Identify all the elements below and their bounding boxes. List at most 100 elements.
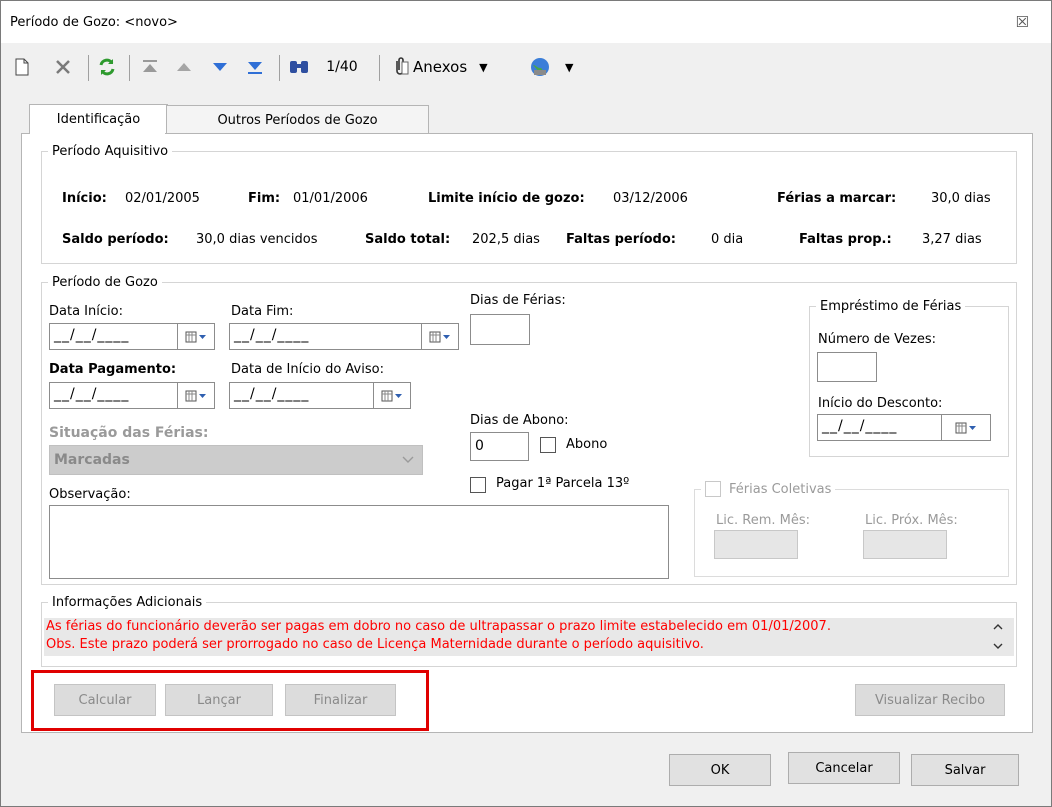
cancelar-button[interactable]: Cancelar <box>788 752 900 784</box>
toolbar-separator <box>379 55 380 81</box>
tab-outros-periodos[interactable]: Outros Períodos de Gozo <box>166 105 429 135</box>
data-pagamento-field[interactable]: __/__/____ <box>49 382 215 409</box>
tab-label: Identificação <box>56 112 141 127</box>
last-record-icon[interactable] <box>244 55 266 79</box>
tab-joiner <box>30 132 165 134</box>
lic-rem-label: Lic. Rem. Mês: <box>716 513 811 528</box>
inicio-value: 02/01/2005 <box>125 191 200 206</box>
calendar-dropdown-icon[interactable] <box>373 383 410 408</box>
observacao-label: Observação: <box>49 487 131 502</box>
pagar-parcela-checkbox[interactable] <box>470 477 486 493</box>
group-legend: Período de Gozo <box>52 275 158 290</box>
data-inicio-label: Data Início: <box>49 304 123 319</box>
observacao-textarea[interactable] <box>49 505 669 579</box>
previous-record-icon[interactable] <box>173 55 195 79</box>
toolbar-separator <box>88 55 89 81</box>
first-record-icon[interactable] <box>139 55 161 79</box>
anexos-label: Anexos <box>413 58 468 76</box>
numero-vezes-label: Número de Vezes: <box>818 332 937 347</box>
next-record-icon[interactable] <box>209 55 231 79</box>
abono-label: Abono <box>566 437 608 452</box>
faltas-prop-value: 3,27 dias <box>922 232 982 247</box>
refresh-icon[interactable] <box>95 55 119 79</box>
paperclip-icon <box>391 57 409 77</box>
date-mask: __/__/____ <box>234 327 310 343</box>
group-legend: Informações Adicionais <box>52 595 203 610</box>
visualizar-recibo-button[interactable]: Visualizar Recibo <box>855 684 1005 716</box>
anexos-dropdown[interactable]: Anexos ▼ <box>391 55 521 79</box>
ferias-coletivas-legend: Férias Coletivas <box>701 481 835 497</box>
faltas-prop-label: Faltas prop.: <box>799 232 892 247</box>
saldo-total-label: Saldo total: <box>365 232 451 247</box>
ferias-coletivas-group: Férias Coletivas <box>694 481 1009 577</box>
abono-checkbox[interactable] <box>540 437 556 453</box>
salvar-button[interactable]: Salvar <box>911 754 1019 786</box>
dias-abono-value: 0 <box>475 438 484 454</box>
calendar-dropdown-icon[interactable] <box>941 415 990 440</box>
situacao-value: Marcadas <box>54 452 130 468</box>
toolbar: 1/40 Anexos ▼ ▼ <box>1 43 1051 93</box>
inicio-desconto-field[interactable]: __/__/____ <box>817 414 991 441</box>
date-mask: __/__/____ <box>54 327 130 343</box>
date-mask: __/__/____ <box>54 386 130 402</box>
numero-vezes-input[interactable] <box>817 352 877 382</box>
record-counter: 1/40 <box>326 59 358 75</box>
dialog-window: Período de Gozo: <novo> ☒ 1/40 Anexos ▼ … <box>0 0 1052 807</box>
dias-abono-input[interactable]: 0 <box>470 432 529 461</box>
faltas-periodo-label: Faltas período: <box>566 232 676 247</box>
new-document-icon[interactable] <box>11 55 33 79</box>
tab-identificacao[interactable]: Identificação <box>29 104 168 134</box>
scroll-down-icon[interactable] <box>992 640 1004 655</box>
toolbar-separator <box>129 55 130 81</box>
chevron-down-icon: ▼ <box>479 60 488 74</box>
saldo-total-value: 202,5 dias <box>472 232 540 247</box>
chevron-down-icon <box>402 453 414 468</box>
fim-value: 01/01/2006 <box>293 191 368 206</box>
limite-gozo-label: Limite início de gozo: <box>428 191 585 206</box>
ferias-marcar-value: 30,0 dias <box>931 191 991 206</box>
title-bar: Período de Gozo: <novo> ☒ <box>1 1 1051 43</box>
data-aviso-label: Data de Início do Aviso: <box>231 362 384 377</box>
tab-label: Outros Períodos de Gozo <box>217 113 378 128</box>
ferias-coletivas-label: Férias Coletivas <box>729 481 832 497</box>
data-aviso-field[interactable]: __/__/____ <box>229 382 411 409</box>
saldo-periodo-value: 30,0 dias vencidos <box>196 232 318 247</box>
chevron-down-icon: ▼ <box>565 60 574 74</box>
globe-action-dropdown[interactable]: ▼ <box>529 55 589 79</box>
ferias-marcar-label: Férias a marcar: <box>777 191 897 206</box>
highlight-box <box>31 670 429 731</box>
informacoes-text: As férias do funcionário deverão ser pag… <box>44 618 1014 656</box>
info-line: As férias do funcionário deverão ser pag… <box>46 619 831 634</box>
calendar-dropdown-icon[interactable] <box>421 324 458 349</box>
scroll-up-icon[interactable] <box>992 621 1004 636</box>
limite-gozo-value: 03/12/2006 <box>613 191 688 206</box>
group-legend: Período Aquisitivo <box>52 144 169 159</box>
group-legend: Empréstimo de Férias <box>820 299 962 314</box>
close-icon[interactable]: ☒ <box>1016 13 1029 31</box>
situacao-select[interactable]: Marcadas <box>49 445 423 475</box>
calendar-dropdown-icon[interactable] <box>177 324 214 349</box>
window-title: Período de Gozo: <novo> <box>10 15 178 30</box>
date-mask: __/__/____ <box>234 386 310 402</box>
ferias-coletivas-checkbox[interactable] <box>705 481 721 497</box>
lic-rem-input[interactable] <box>714 530 798 559</box>
dias-ferias-label: Dias de Férias: <box>470 293 566 308</box>
data-pagamento-label: Data Pagamento: <box>49 362 177 377</box>
lic-prox-label: Lic. Próx. Mês: <box>865 513 958 528</box>
toolbar-separator <box>279 55 280 81</box>
data-fim-label: Data Fim: <box>231 304 294 319</box>
data-fim-field[interactable]: __/__/____ <box>229 323 459 350</box>
situacao-label: Situação das Férias: <box>49 425 209 441</box>
binoculars-search-icon[interactable] <box>287 55 311 79</box>
ok-button[interactable]: OK <box>669 754 771 786</box>
pagar-parcela-label: Pagar 1ª Parcela 13º <box>496 476 630 491</box>
dias-ferias-input[interactable] <box>470 314 530 345</box>
data-inicio-field[interactable]: __/__/____ <box>49 323 215 350</box>
lic-prox-input[interactable] <box>863 530 947 559</box>
inicio-desconto-label: Início do Desconto: <box>818 396 943 411</box>
saldo-periodo-label: Saldo período: <box>62 232 169 247</box>
faltas-periodo-value: 0 dia <box>711 232 744 247</box>
calendar-dropdown-icon[interactable] <box>177 383 214 408</box>
dias-abono-label: Dias de Abono: <box>470 413 569 428</box>
delete-icon[interactable] <box>51 55 75 79</box>
